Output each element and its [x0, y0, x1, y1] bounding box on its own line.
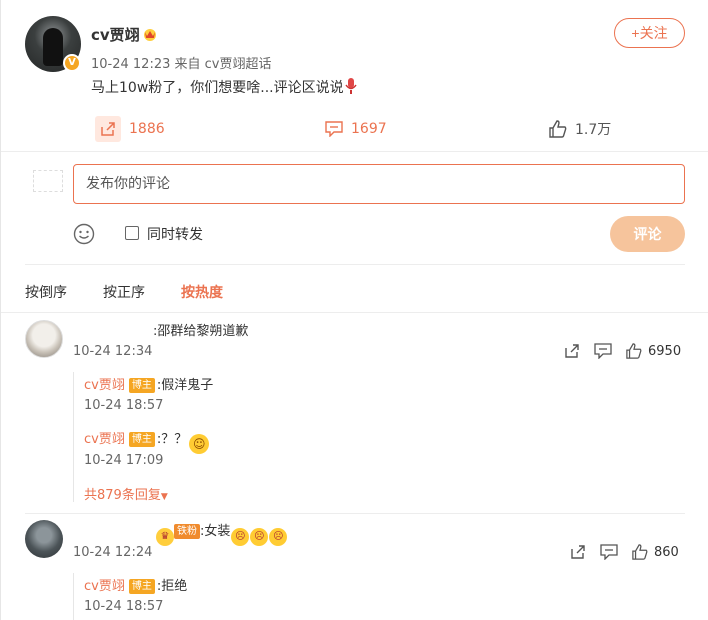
like-action[interactable]: 1.7万: [549, 118, 611, 140]
repost-label: 同时转发: [147, 227, 203, 243]
fan-badge: 铁粉: [174, 524, 200, 539]
vip-crown-icon: [144, 29, 156, 41]
current-user-avatar: [33, 170, 63, 192]
comment-time: 10-24 12:34: [73, 344, 153, 359]
reply-text: :假洋鬼子: [156, 378, 214, 393]
share-action[interactable]: 1886: [95, 116, 165, 142]
divider: [25, 264, 685, 265]
mic-emoji-icon: [345, 78, 357, 94]
comment-icon[interactable]: [600, 544, 618, 560]
share-icon[interactable]: [564, 343, 580, 359]
like-icon: [626, 343, 642, 359]
comment-like[interactable]: 860: [632, 544, 679, 560]
reply-item: cv贾翊 博主:拒绝: [84, 575, 187, 594]
divider: [1, 312, 708, 313]
verified-badge-icon: V: [63, 54, 81, 72]
cry-emoji-icon: ☹: [250, 528, 269, 546]
reply-item: cv贾翊 博主:假洋鬼子: [84, 374, 213, 393]
reply-rail: [73, 573, 74, 620]
comment-like-count: 6950: [648, 343, 682, 359]
emoji-icon[interactable]: [73, 223, 95, 245]
sort-hot-tab[interactable]: 按热度: [181, 282, 223, 302]
commenter-avatar[interactable]: [25, 320, 63, 358]
weibo-post-page: V cv贾翊 10-24 12:23 来自 cv贾翊超话 马上10w粉了，你们想…: [0, 0, 708, 620]
comment-actions: 860: [570, 544, 679, 560]
host-badge: 博主: [128, 579, 155, 594]
reply-item: cv贾翊 博主:？？ ☺: [84, 428, 210, 454]
sort-desc-tab[interactable]: 按倒序: [25, 282, 67, 302]
comment-text: :邵群给黎朔道歉: [153, 324, 249, 339]
more-replies-link[interactable]: 共879条回复▼: [84, 484, 168, 503]
comment-actions: 6950: [564, 343, 681, 359]
reply-text: :拒绝: [156, 579, 188, 594]
smile-emoji-icon: ☺: [189, 434, 210, 454]
reply-time: 10-24 18:57: [84, 599, 164, 614]
comment-input[interactable]: [73, 164, 685, 204]
cry-emoji-icon: ☹: [269, 528, 288, 546]
comment-action[interactable]: 1697: [325, 118, 387, 140]
reply-username[interactable]: cv贾翊: [84, 579, 125, 594]
reply-text: :？？: [156, 432, 188, 447]
like-icon: [549, 120, 567, 138]
author-name[interactable]: cv贾翊: [91, 24, 140, 45]
follow-button[interactable]: +关注: [614, 18, 685, 48]
comment-icon: [325, 121, 343, 137]
reply-time: 10-24 17:09: [84, 453, 164, 468]
comment-count: 1697: [351, 121, 387, 137]
reply-username[interactable]: cv贾翊: [84, 378, 125, 393]
share-icon: [95, 116, 121, 142]
vip-crown-icon: ♛: [156, 528, 174, 546]
reply-username[interactable]: cv贾翊: [84, 432, 125, 447]
commenter-avatar[interactable]: [25, 520, 63, 558]
cry-emoji-icon: ☹: [231, 528, 250, 546]
divider: [25, 513, 685, 514]
sort-asc-tab[interactable]: 按正序: [103, 282, 145, 302]
host-badge: 博主: [128, 378, 155, 393]
like-count: 1.7万: [575, 122, 612, 138]
comment-like[interactable]: 6950: [626, 343, 681, 359]
chevron-down-icon: ▼: [160, 492, 168, 502]
comment-icon[interactable]: [594, 343, 612, 359]
comment-text: ♛ 铁粉:女装 ☹ ☹ ☹: [155, 520, 288, 546]
share-count: 1886: [129, 121, 165, 137]
reply-rail: [73, 372, 74, 502]
post-meta: 10-24 12:23 来自 cv贾翊超话: [91, 57, 272, 72]
reply-time: 10-24 18:57: [84, 398, 164, 413]
divider: [1, 151, 708, 152]
comment-like-count: 860: [654, 544, 679, 560]
repost-checkbox[interactable]: [125, 226, 139, 240]
host-badge: 博主: [128, 432, 155, 447]
share-icon[interactable]: [570, 544, 586, 560]
post-text: 马上10w粉了，你们想要啥...评论区说说: [91, 77, 358, 97]
submit-comment-button[interactable]: 评论: [610, 216, 685, 252]
like-icon: [632, 544, 648, 560]
comment-time: 10-24 12:24: [73, 545, 153, 560]
